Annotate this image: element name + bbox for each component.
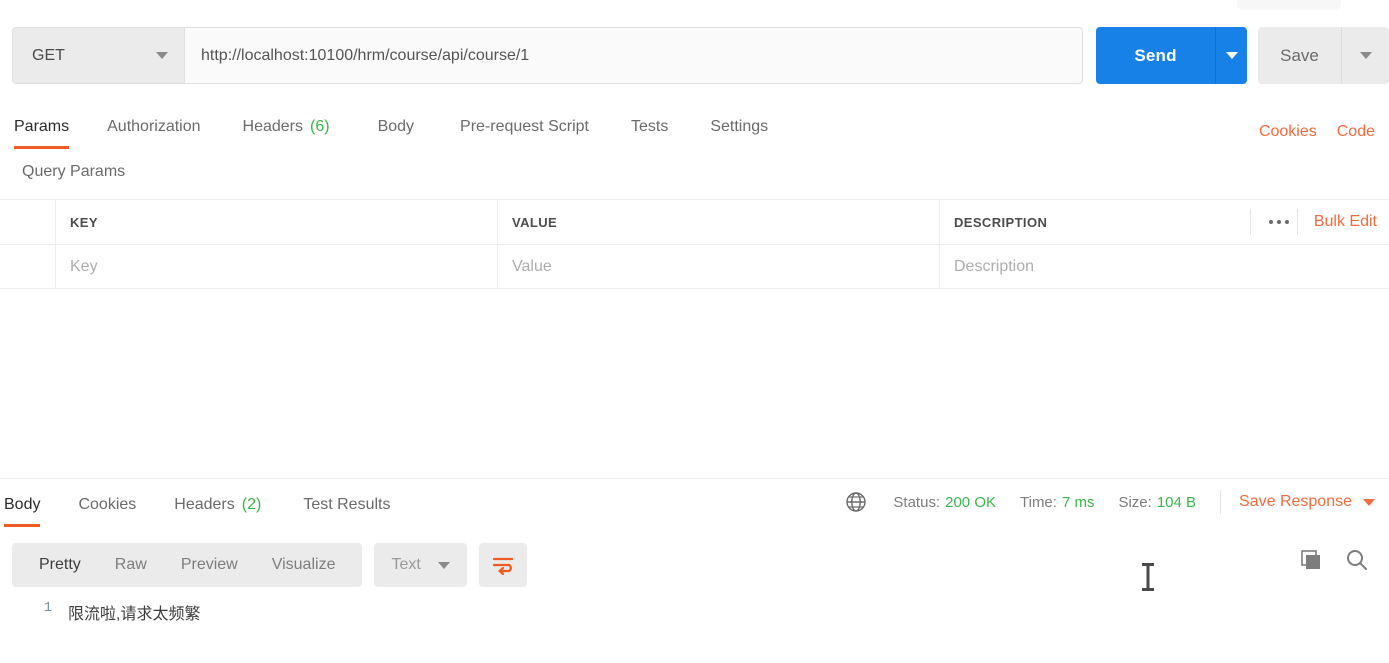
http-method-label: GET — [32, 46, 65, 64]
status-value: 200 OK — [945, 493, 996, 511]
description-input[interactable]: Description — [940, 245, 1389, 288]
response-tab-headers[interactable]: Headers (2) — [174, 482, 261, 527]
line-content: 限流啦,请求太频繁 — [68, 606, 201, 623]
view-mode-segmented-control: Pretty Raw Preview Visualize — [12, 543, 363, 587]
tab-label: Settings — [710, 117, 769, 135]
save-button[interactable]: Save — [1258, 27, 1341, 84]
tab-params[interactable]: Params — [14, 104, 70, 149]
time-indicator: Time: 7 ms — [1020, 494, 1094, 511]
send-button[interactable]: Send — [1096, 27, 1215, 84]
chevron-down-icon — [1363, 498, 1375, 506]
query-params-title: Query Params — [22, 163, 126, 180]
tab-label: Tests — [630, 117, 669, 135]
column-header-value: VALUE — [498, 200, 940, 244]
tab-label: Body — [377, 117, 415, 135]
save-response-button[interactable]: Save Response — [1220, 490, 1375, 514]
url-input[interactable]: http://localhost:10100/hrm/course/api/co… — [184, 27, 1083, 84]
tab-label: Authorization — [107, 117, 201, 135]
wrap-lines-button[interactable] — [478, 543, 527, 587]
chevron-down-icon — [156, 52, 168, 59]
response-tab-cookies[interactable]: Cookies — [78, 482, 136, 527]
tab-label: Pre-request Script — [460, 117, 589, 135]
table-header-row: KEY VALUE DESCRIPTION Bulk Edit — [0, 199, 1389, 244]
response-action-icons — [1299, 548, 1369, 577]
chevron-down-icon — [1359, 52, 1372, 59]
tab-label: Headers — [174, 495, 235, 513]
tab-label: Headers — [242, 117, 303, 135]
key-input[interactable]: Key — [56, 245, 498, 288]
url-text: http://localhost:10100/hrm/course/api/co… — [201, 46, 530, 64]
response-tab-body[interactable]: Body — [4, 482, 41, 527]
ellipsis-icon[interactable] — [1250, 209, 1289, 235]
size-value: 104 B — [1156, 493, 1197, 511]
description-placeholder: Description — [954, 257, 1035, 275]
text-cursor — [1140, 562, 1156, 597]
tab-settings[interactable]: Settings — [710, 104, 768, 149]
tab-authorization[interactable]: Authorization — [107, 104, 200, 149]
key-placeholder: Key — [70, 257, 98, 275]
request-tab-bar: Params Authorization Headers (6) Body Pr… — [0, 104, 1389, 149]
request-bar: GET http://localhost:10100/hrm/course/ap… — [12, 27, 1083, 84]
bulk-edit-button[interactable]: Bulk Edit — [1296, 209, 1377, 235]
cookies-link[interactable]: Cookies — [1259, 123, 1317, 141]
tab-count-badge: (6) — [310, 117, 330, 135]
globe-icon[interactable] — [845, 491, 867, 513]
tab-headers[interactable]: Headers (6) — [243, 104, 330, 149]
time-value: 7 ms — [1061, 493, 1095, 511]
size-label: Size: — [1118, 493, 1152, 511]
tab-label: Params — [14, 117, 70, 135]
http-method-dropdown[interactable]: GET — [12, 27, 184, 84]
column-header-key: KEY — [56, 200, 498, 244]
copy-icon[interactable] — [1299, 548, 1323, 577]
tab-tests[interactable]: Tests — [631, 104, 668, 149]
save-options-button[interactable] — [1341, 27, 1389, 84]
row-checkbox-cell[interactable] — [0, 245, 56, 288]
tab-label: Cookies — [78, 495, 137, 513]
search-icon[interactable] — [1345, 548, 1369, 577]
status-indicator: Status: 200 OK — [893, 494, 996, 511]
chevron-down-icon — [437, 561, 450, 569]
view-mode-pretty[interactable]: Pretty — [22, 556, 98, 574]
tab-body[interactable]: Body — [378, 104, 414, 149]
view-mode-raw[interactable]: Raw — [98, 556, 164, 574]
response-tab-bar: Body Cookies Headers (2) Test Results — [0, 482, 390, 527]
wrap-lines-icon — [492, 557, 513, 575]
time-label: Time: — [1020, 493, 1057, 511]
query-params-table: KEY VALUE DESCRIPTION Bulk Edit Key Valu… — [0, 199, 1389, 289]
tab-label: Test Results — [303, 495, 391, 513]
response-view-toolbar: Pretty Raw Preview Visualize Text — [12, 543, 527, 587]
size-indicator: Size: 104 B — [1118, 494, 1196, 511]
response-section-divider — [0, 478, 1389, 479]
collapsed-top-chip — [1237, 0, 1341, 10]
format-dropdown[interactable]: Text — [374, 543, 467, 587]
tab-count-badge: (2) — [241, 495, 262, 513]
send-button-group: Send — [1096, 27, 1247, 84]
tab-pre-request-script[interactable]: Pre-request Script — [460, 104, 589, 149]
line-number: 1 — [43, 600, 52, 616]
chevron-down-icon — [1225, 52, 1238, 59]
request-utility-links: Cookies Code — [1259, 123, 1375, 141]
value-input[interactable]: Value — [498, 245, 940, 288]
response-meta-bar: Status: 200 OK Time: 7 ms Size: 104 B Save … — [845, 490, 1375, 514]
send-options-button[interactable] — [1215, 27, 1247, 84]
tab-label: Body — [4, 495, 41, 513]
status-label: Status: — [893, 493, 941, 511]
column-header-description: DESCRIPTION Bulk Edit — [940, 200, 1389, 244]
code-line: 1 限流啦,请求太频繁 — [0, 600, 1389, 624]
format-label: Text — [391, 556, 421, 573]
view-mode-visualize[interactable]: Visualize — [255, 556, 353, 574]
view-mode-preview[interactable]: Preview — [164, 556, 255, 574]
value-placeholder: Value — [512, 257, 552, 275]
code-link[interactable]: Code — [1337, 123, 1375, 141]
response-body-viewer[interactable]: 1 限流啦,请求太频繁 — [0, 600, 1389, 624]
select-all-checkbox-cell[interactable] — [0, 200, 56, 244]
save-button-group: Save — [1258, 27, 1389, 84]
response-tab-test-results[interactable]: Test Results — [303, 482, 390, 527]
save-response-label: Save Response — [1239, 493, 1352, 510]
table-row: Key Value Description — [0, 244, 1389, 289]
